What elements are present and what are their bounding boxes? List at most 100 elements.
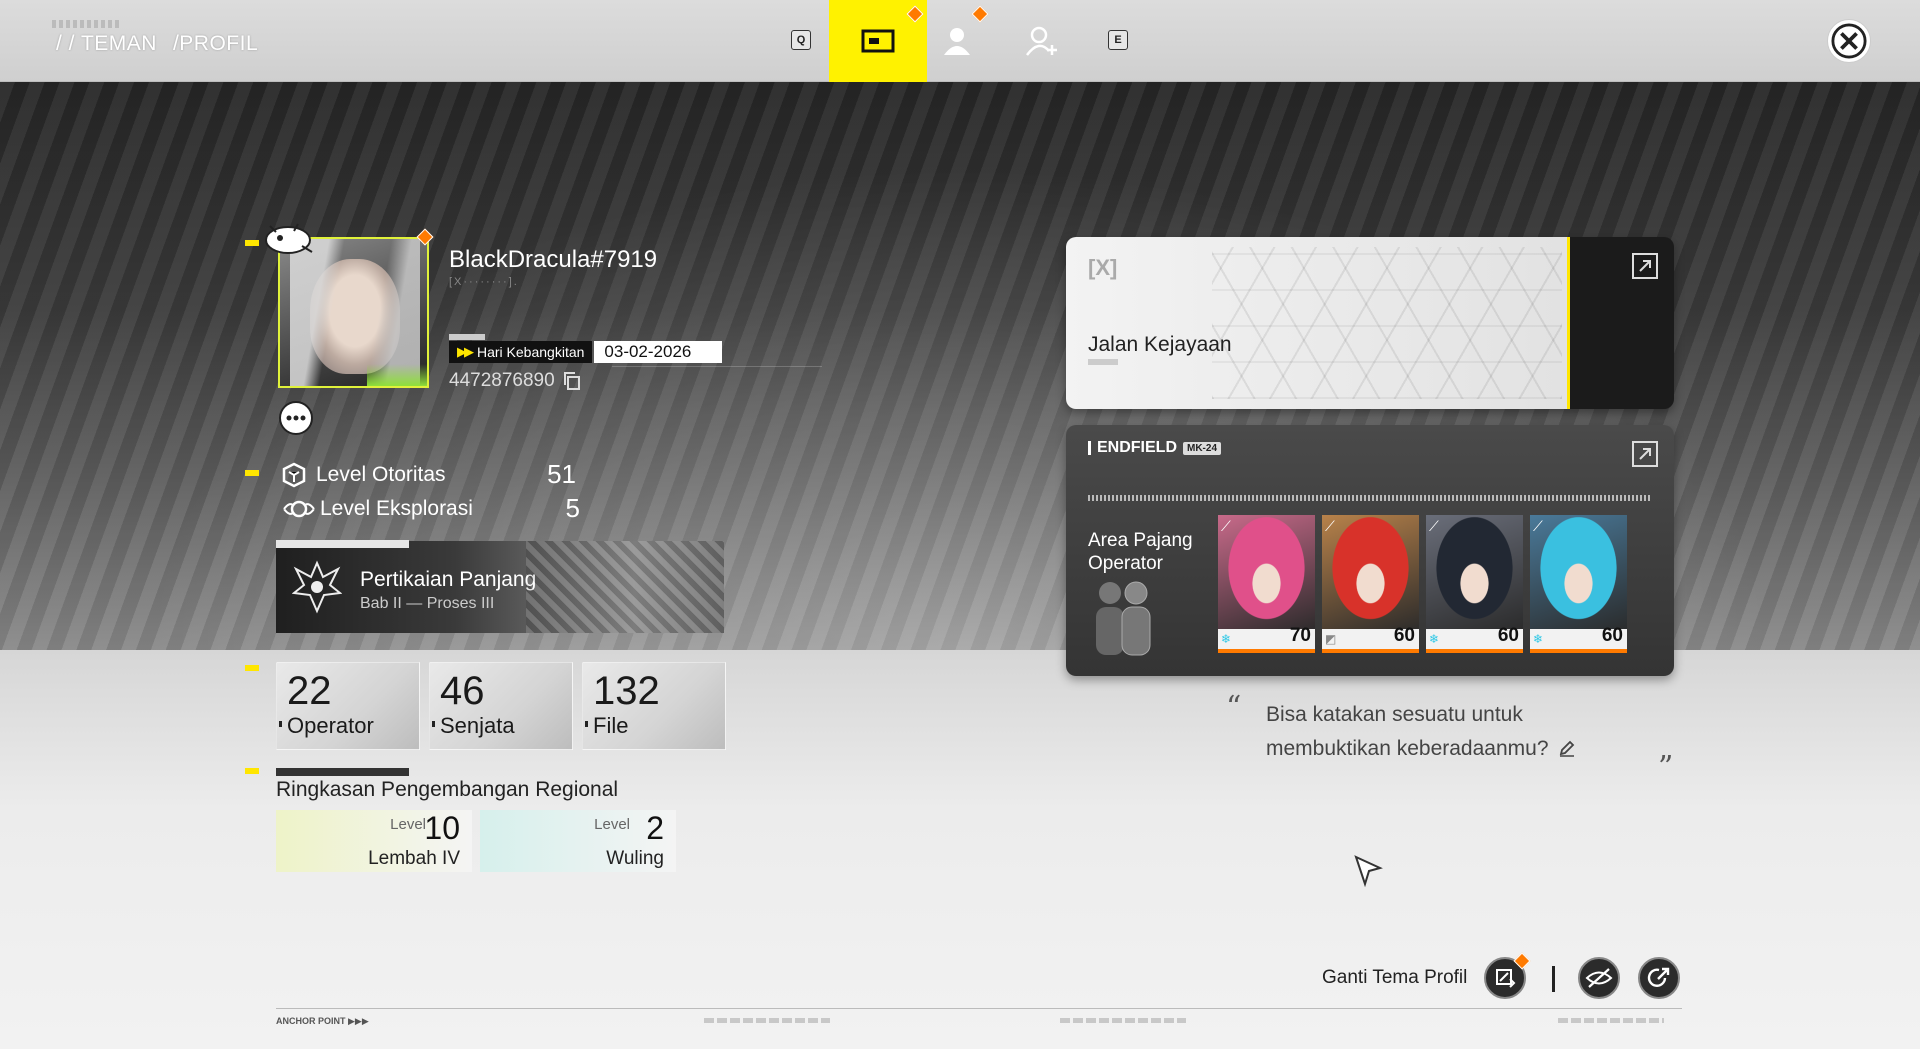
authority-level-row: Level Otoritas 51 bbox=[282, 459, 576, 490]
id-card-icon bbox=[861, 29, 895, 53]
class-icon: ⟋ bbox=[1325, 518, 1335, 534]
file-count-label: File bbox=[593, 713, 629, 738]
expand-icon bbox=[1639, 260, 1651, 272]
birthday-row: ▶▶ Hari Kebangkitan 03-02-2026 bbox=[449, 341, 723, 363]
authority-level-value: 51 bbox=[547, 459, 576, 489]
operator-slot-1[interactable]: ⟋ ❄ 70 bbox=[1218, 515, 1315, 653]
operator-showcase-card: ENDFIELD MK-24 Area Pajang Operator ⟋ ❄ … bbox=[1066, 425, 1674, 676]
pass-expand-button[interactable] bbox=[1632, 253, 1658, 279]
story-emblem-icon bbox=[292, 560, 342, 614]
section-marker bbox=[245, 768, 259, 774]
exploration-level-row: Level Eksplorasi 5 bbox=[282, 493, 580, 524]
change-theme-label: Ganti Tema Profil bbox=[1322, 967, 1468, 988]
section-marker bbox=[245, 470, 259, 476]
region-summary-title: Ringkasan Pengembangan Regional bbox=[276, 778, 619, 801]
operator-slot-3[interactable]: ⟋ ❄ 60 bbox=[1426, 515, 1523, 653]
top-bar: / / TEMAN/PROFIL Q E bbox=[0, 0, 1920, 82]
element-icon: ◩ bbox=[1325, 632, 1337, 646]
more-options-button[interactable] bbox=[279, 401, 313, 435]
pass-card-panel: [X] Jalan Kejayaan bbox=[1066, 237, 1570, 409]
footer-decoration bbox=[1558, 1018, 1664, 1023]
quote-open-icon: “ bbox=[1226, 690, 1242, 725]
region-level-word: Level bbox=[594, 816, 630, 833]
class-icon: ⟋ bbox=[1429, 518, 1439, 534]
pass-card-subtag bbox=[1088, 359, 1118, 365]
weapon-count-card[interactable]: 46 Senjata bbox=[429, 662, 573, 750]
change-theme-button[interactable] bbox=[1484, 952, 1531, 999]
class-icon: ⟋ bbox=[1221, 518, 1231, 534]
share-button[interactable] bbox=[1638, 957, 1680, 999]
pass-logo-icon: [X] bbox=[1088, 255, 1118, 280]
operator-slot-4[interactable]: ⟋ ❄ 60 bbox=[1530, 515, 1627, 653]
uid-value: 4472876890 bbox=[449, 370, 555, 391]
operator-level: 60 bbox=[1393, 625, 1415, 646]
authority-icon bbox=[282, 462, 306, 487]
anchor-point-label: ANCHOR POINT ▶▶▶ bbox=[276, 1016, 369, 1026]
share-icon bbox=[1647, 967, 1670, 987]
tab-add-friend[interactable] bbox=[1000, 0, 1084, 82]
expand-icon bbox=[1639, 448, 1651, 460]
close-icon bbox=[1831, 23, 1867, 59]
operator-level: 60 bbox=[1497, 625, 1519, 646]
double-arrow-icon: ▶▶ bbox=[457, 344, 474, 359]
brand-name: ENDFIELD bbox=[1097, 439, 1177, 456]
anchor-point-text: ANCHOR POINT bbox=[276, 1016, 346, 1026]
topbar-logo bbox=[52, 20, 122, 28]
operator-count-card[interactable]: 22 Operator bbox=[276, 662, 420, 750]
authority-level-label: Level Otoritas bbox=[316, 462, 446, 486]
username: BlackDracula#7919 bbox=[449, 246, 658, 273]
tab-friends[interactable] bbox=[912, 0, 1002, 82]
story-progress-card[interactable]: Pertikaian Panjang Bab II — Proses III bbox=[276, 541, 724, 633]
story-subtitle: Bab II — Proses III bbox=[360, 595, 495, 612]
key-hint-e: E bbox=[1108, 30, 1128, 50]
copy-icon[interactable] bbox=[563, 371, 581, 391]
close-button[interactable] bbox=[1828, 20, 1870, 62]
region-level: 2 bbox=[646, 810, 664, 846]
operator-count: 22 bbox=[287, 669, 332, 713]
operator-level: 60 bbox=[1601, 625, 1623, 646]
story-tag bbox=[276, 540, 409, 548]
brand-pill: MK-24 bbox=[1183, 441, 1222, 455]
operator-area-line2: Operator bbox=[1088, 553, 1163, 574]
weapon-count: 46 bbox=[440, 669, 485, 713]
divider bbox=[1552, 966, 1555, 992]
divider bbox=[1088, 495, 1652, 501]
birthday-label-text: Hari Kebangkitan bbox=[477, 344, 585, 360]
uid-row: 4472876890 bbox=[449, 370, 581, 392]
pass-card-title: Jalan Kejayaan bbox=[1088, 333, 1232, 356]
edit-icon[interactable] bbox=[1558, 739, 1576, 757]
operator-expand-button[interactable] bbox=[1632, 441, 1658, 467]
exploration-icon bbox=[283, 500, 315, 517]
operator-area-label: Area Pajang Operator bbox=[1088, 529, 1193, 575]
breadcrumb: / / TEMAN/PROFIL bbox=[56, 32, 274, 56]
exploration-level-label: Level Eksplorasi bbox=[320, 496, 473, 520]
pass-card[interactable]: [X] Jalan Kejayaan bbox=[1066, 237, 1674, 409]
file-count-card[interactable]: 132 File bbox=[582, 662, 726, 750]
class-icon: ⟋ bbox=[1533, 518, 1543, 534]
story-artwork bbox=[526, 541, 724, 633]
avatar[interactable] bbox=[278, 237, 429, 388]
birthday-tag bbox=[449, 334, 485, 340]
birthday-date: 03-02-2026 bbox=[594, 341, 723, 363]
tick-mark bbox=[279, 721, 282, 727]
breadcrumb-friends[interactable]: / / TEMAN bbox=[56, 32, 157, 55]
brand-bar bbox=[1088, 441, 1091, 455]
hex-pattern bbox=[1212, 247, 1562, 399]
eye-off-icon bbox=[1585, 968, 1613, 988]
operator-area-line1: Area Pajang bbox=[1088, 530, 1193, 551]
divider bbox=[612, 366, 822, 367]
operator-slot-2[interactable]: ⟋ ◩ 60 bbox=[1322, 515, 1419, 653]
operator-level: 70 bbox=[1289, 625, 1311, 646]
story-title: Pertikaian Panjang bbox=[360, 568, 537, 591]
region-card-wuling[interactable]: Level 2 Wuling bbox=[480, 810, 676, 872]
hide-toggle-button[interactable] bbox=[1578, 957, 1620, 999]
footer-divider bbox=[276, 1008, 1682, 1009]
region-level-word: Level bbox=[390, 816, 426, 833]
region-card-lembah[interactable]: Level 10 Lembah IV bbox=[276, 810, 472, 872]
operator-count-label: Operator bbox=[287, 713, 374, 738]
theme-icon bbox=[1496, 969, 1516, 988]
avatar-decoration bbox=[367, 364, 427, 386]
element-icon: ❄ bbox=[1221, 632, 1232, 646]
signature-text: Bisa katakan sesuatu untuk membuktikan k… bbox=[1266, 698, 1576, 766]
operator-silhouette-icon bbox=[1096, 581, 1151, 656]
